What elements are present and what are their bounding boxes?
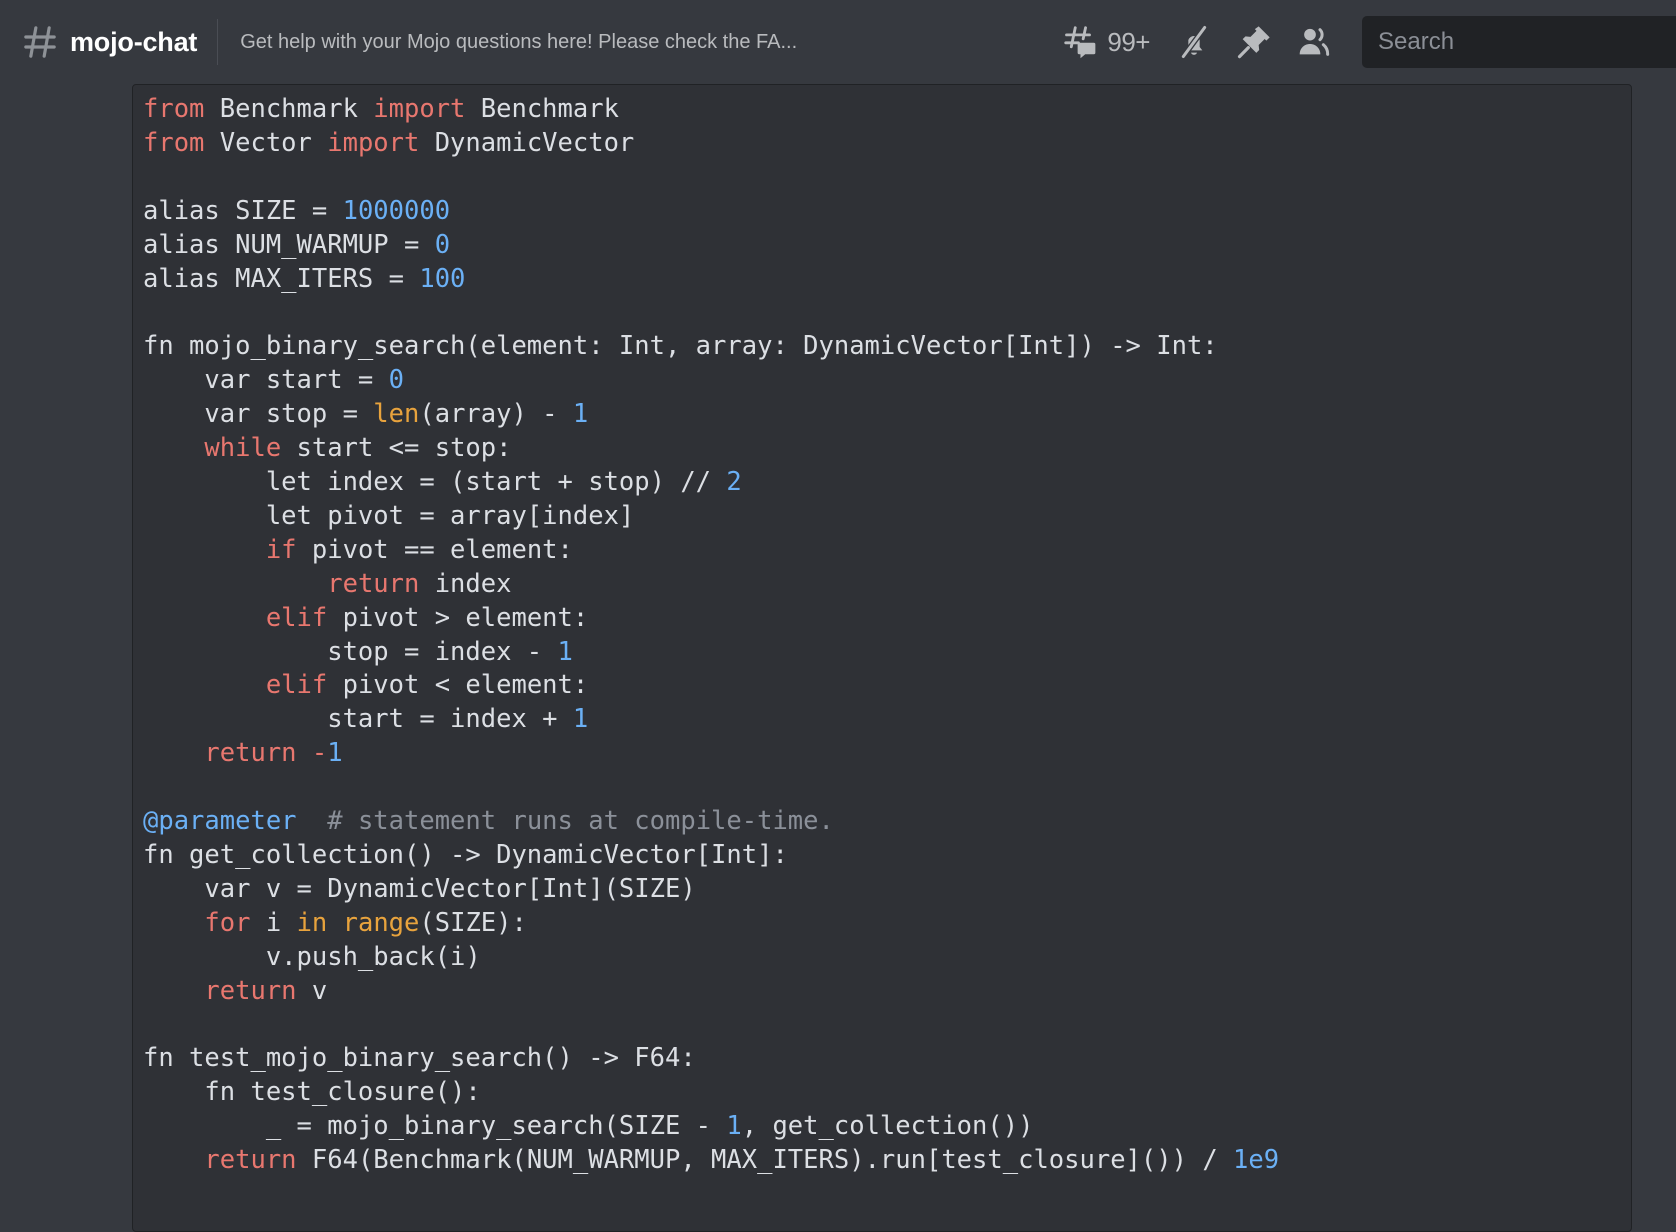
code-token: import [327,128,434,158]
code-token: alias MAX_ITERS = [143,264,419,294]
code-token: 1e9 [1233,1145,1279,1175]
code-token: in [297,908,343,938]
member-list-button[interactable] [1284,14,1344,70]
code-token: @parameter [143,806,297,836]
code-token: 1 [558,637,573,667]
code-block[interactable]: from Benchmark import Benchmark from Vec… [132,84,1632,1232]
channel-header: mojo-chat Get help with your Mojo questi… [0,0,1676,84]
code-token: 1 [327,738,342,768]
code-token: var v = DynamicVector[Int](SIZE) [143,874,696,904]
code-token: 100 [419,264,465,294]
code-token: i [266,908,297,938]
code-token: 1 [573,399,588,429]
code-token [143,603,266,633]
code-token: _ = mojo_binary_search(SIZE - [143,1111,726,1141]
code-token: let index = (start + stop) // [143,467,726,497]
code-token [143,569,327,599]
code-block-content: from Benchmark import Benchmark from Vec… [143,91,1631,1178]
code-token: fn get_collection() -> DynamicVector[Int… [143,840,788,870]
code-token: return - [204,738,327,768]
members-icon [1294,22,1334,62]
code-token: 1 [573,704,588,734]
code-token: let pivot = array[index] [143,501,634,531]
code-token [143,976,204,1006]
code-token: var stop = [143,399,373,429]
search-placeholder: Search [1378,28,1454,56]
code-token: fn mojo_binary_search(element: Int, arra… [143,331,1218,361]
code-token: pivot < element: [343,670,589,700]
code-token: while [204,433,296,463]
code-token: return [204,1145,311,1175]
code-token: fn test_closure(): [143,1077,481,1107]
code-token: len [373,399,419,429]
threads-button[interactable]: 99+ [1047,14,1164,70]
code-token: Benchmark [481,94,619,124]
code-token: from [143,128,220,158]
code-token: pivot == element: [312,535,573,565]
pin-icon [1234,22,1274,62]
header-divider [217,19,218,65]
code-token: return [204,976,311,1006]
bell-muted-icon [1174,22,1214,62]
code-token: import [373,94,480,124]
code-token: stop = index - [143,637,558,667]
code-token: # statement runs at compile-time. [297,806,834,836]
code-token [143,670,266,700]
code-token: var start = [143,365,389,395]
pinned-messages-button[interactable] [1224,14,1284,70]
code-token: , get_collection()) [742,1111,1034,1141]
code-token: Vector [220,128,327,158]
threads-icon [1061,23,1099,61]
notification-settings-button[interactable] [1164,14,1224,70]
code-token [143,738,204,768]
search-input[interactable]: Search [1362,16,1676,68]
channel-topic[interactable]: Get help with your Mojo questions here! … [240,31,797,54]
code-token [143,908,204,938]
code-token: 1 [726,1111,741,1141]
code-token: index [435,569,512,599]
messages-area: from Benchmark import Benchmark from Vec… [0,84,1676,1232]
code-token: 2 [726,467,741,497]
code-token: 0 [435,230,450,260]
code-token: start <= stop: [297,433,512,463]
hash-icon [18,20,62,64]
code-token: v.push_back(i) [143,942,481,972]
code-token: v [312,976,327,1006]
code-token: range [343,908,420,938]
code-token [143,1145,204,1175]
threads-unread-count: 99+ [1107,27,1150,58]
code-token: fn test_mojo_binary_search() -> F64: [143,1043,696,1073]
code-token: if [266,535,312,565]
code-token: (array) - [419,399,573,429]
message-content: from Benchmark import Benchmark from Vec… [132,84,1632,1232]
code-token [143,433,204,463]
discord-app-window: mojo-chat Get help with your Mojo questi… [0,0,1676,1232]
code-token: start = index + [143,704,573,734]
code-token: for [204,908,265,938]
code-token: pivot > element: [343,603,589,633]
code-token: elif [266,603,343,633]
code-token: elif [266,670,343,700]
code-token: 1000000 [343,196,450,226]
code-token: alias NUM_WARMUP = [143,230,435,260]
header-actions: 99+ [1047,14,1676,70]
code-token: alias SIZE = [143,196,343,226]
code-token: return [327,569,434,599]
code-token: (SIZE): [419,908,526,938]
code-token [143,535,266,565]
code-token: 0 [389,365,404,395]
code-token: from [143,94,220,124]
code-token: F64(Benchmark(NUM_WARMUP, MAX_ITERS).run… [312,1145,1233,1175]
code-token: DynamicVector [435,128,635,158]
channel-name[interactable]: mojo-chat [70,27,197,58]
code-token: Benchmark [220,94,374,124]
